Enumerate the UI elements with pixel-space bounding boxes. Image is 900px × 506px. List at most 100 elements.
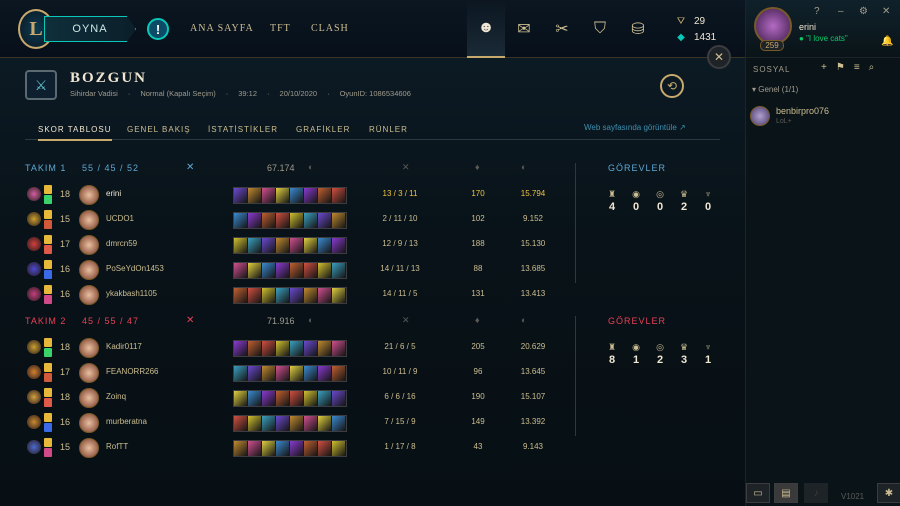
player-row[interactable]: 16 ykakbash1105 14 / 11 / 5 131 13.413 xyxy=(25,283,570,307)
item-slot[interactable] xyxy=(318,366,332,381)
item-slot[interactable] xyxy=(262,288,276,303)
item-slot[interactable] xyxy=(318,188,332,203)
item-slot[interactable] xyxy=(248,341,262,356)
alert-icon[interactable]: ! xyxy=(147,18,169,40)
player-name[interactable]: ykakbash1105 xyxy=(106,289,157,298)
summoner-spell-icon[interactable] xyxy=(44,398,52,407)
collection-icon[interactable]: ✉ xyxy=(505,0,543,58)
champion-icon[interactable] xyxy=(27,212,41,226)
item-slot[interactable] xyxy=(318,416,332,431)
item-slot[interactable] xyxy=(290,391,304,406)
item-slot[interactable] xyxy=(234,263,248,278)
item-slot[interactable] xyxy=(234,441,248,456)
item-slot[interactable] xyxy=(262,391,276,406)
add-friend-icon[interactable]: + xyxy=(821,62,827,73)
friend-group-header[interactable]: ▾ Genel (1/1) xyxy=(752,85,798,94)
profile-header[interactable]: 259 erini ● "I love cats" ? – ⚙ ✕ 🔔 xyxy=(746,0,900,58)
player-row[interactable]: 17 dmrcn59 12 / 9 / 13 188 15.130 xyxy=(25,233,570,257)
item-slot[interactable] xyxy=(276,288,290,303)
item-slot[interactable] xyxy=(234,288,248,303)
item-slot[interactable] xyxy=(276,238,290,253)
summoner-spell-icon[interactable] xyxy=(44,413,52,422)
loot-icon[interactable]: ✂ xyxy=(543,0,581,58)
item-slot[interactable] xyxy=(332,366,346,381)
item-slot[interactable] xyxy=(332,341,346,356)
item-slot[interactable] xyxy=(290,238,304,253)
player-avatar[interactable] xyxy=(79,260,99,280)
item-slot[interactable] xyxy=(318,288,332,303)
item-slot[interactable] xyxy=(248,263,262,278)
clash-icon[interactable]: ⛉ xyxy=(581,0,619,58)
item-slot[interactable] xyxy=(262,263,276,278)
profile-status[interactable]: ● "I love cats" xyxy=(799,34,848,43)
item-slot[interactable] xyxy=(262,441,276,456)
player-name[interactable]: Zoinq xyxy=(106,392,126,401)
item-slot[interactable] xyxy=(248,288,262,303)
item-slot[interactable] xyxy=(318,263,332,278)
player-row[interactable]: 16 murberatna 7 / 15 / 9 149 13.392 xyxy=(25,411,570,435)
item-slot[interactable] xyxy=(290,416,304,431)
summoner-spell-icon[interactable] xyxy=(44,195,52,204)
search-icon[interactable]: ⌕ xyxy=(869,62,875,73)
item-slot[interactable] xyxy=(234,366,248,381)
item-slot[interactable] xyxy=(290,188,304,203)
add-folder-icon[interactable]: ⚑ xyxy=(836,62,845,73)
champion-icon[interactable] xyxy=(27,440,41,454)
summoner-spell-icon[interactable] xyxy=(44,423,52,432)
item-slot[interactable] xyxy=(290,441,304,456)
help-icon[interactable]: ? xyxy=(814,6,820,17)
item-slot[interactable] xyxy=(262,213,276,228)
player-row[interactable]: 18 Zoinq 6 / 6 / 16 190 15.107 xyxy=(25,386,570,410)
item-slot[interactable] xyxy=(262,341,276,356)
player-row[interactable]: 15 UCDO1 2 / 11 / 10 102 9.152 xyxy=(25,208,570,232)
champion-icon[interactable] xyxy=(27,415,41,429)
item-slot[interactable] xyxy=(304,366,318,381)
notes-icon[interactable]: ▤ xyxy=(774,483,798,503)
item-slot[interactable] xyxy=(290,341,304,356)
microphone-icon[interactable]: ♪ xyxy=(804,483,828,503)
summoner-spell-icon[interactable] xyxy=(44,348,52,357)
player-avatar[interactable] xyxy=(79,285,99,305)
player-avatar[interactable] xyxy=(79,338,99,358)
item-slot[interactable] xyxy=(318,441,332,456)
summoner-spell-icon[interactable] xyxy=(44,220,52,229)
summoner-spell-icon[interactable] xyxy=(44,363,52,372)
player-avatar[interactable] xyxy=(79,185,99,205)
tab-runes[interactable]: RÜNLER xyxy=(369,125,408,134)
player-avatar[interactable] xyxy=(79,413,99,433)
settings-icon[interactable]: ⚙ xyxy=(859,6,868,17)
item-slot[interactable] xyxy=(304,416,318,431)
item-slot[interactable] xyxy=(290,288,304,303)
tab-overview[interactable]: GENEL BAKIŞ xyxy=(127,125,191,134)
player-row[interactable]: 18 Kadir0117 21 / 6 / 5 205 20.629 xyxy=(25,336,570,360)
item-slot[interactable] xyxy=(318,238,332,253)
champion-icon[interactable] xyxy=(27,390,41,404)
summoner-spell-icon[interactable] xyxy=(44,448,52,457)
bug-report-icon[interactable]: ✱ xyxy=(877,483,900,503)
item-slot[interactable] xyxy=(304,288,318,303)
item-slot[interactable] xyxy=(248,366,262,381)
item-slot[interactable] xyxy=(318,391,332,406)
item-slot[interactable] xyxy=(276,341,290,356)
item-slot[interactable] xyxy=(234,213,248,228)
item-slot[interactable] xyxy=(248,416,262,431)
summoner-spell-icon[interactable] xyxy=(44,285,52,294)
item-slot[interactable] xyxy=(304,441,318,456)
summoner-spell-icon[interactable] xyxy=(44,388,52,397)
item-slot[interactable] xyxy=(290,366,304,381)
item-slot[interactable] xyxy=(276,416,290,431)
item-slot[interactable] xyxy=(248,441,262,456)
nav-home[interactable]: ANA SAYFA xyxy=(190,23,254,34)
item-slot[interactable] xyxy=(290,213,304,228)
champion-icon[interactable] xyxy=(27,187,41,201)
player-name[interactable]: erini xyxy=(106,189,121,198)
friend-list-item[interactable]: benbirpro076 LoL+ xyxy=(750,104,898,128)
item-slot[interactable] xyxy=(332,188,346,203)
summoner-spell-icon[interactable] xyxy=(44,210,52,219)
player-avatar[interactable] xyxy=(79,210,99,230)
player-row[interactable]: 15 RofTT 1 / 17 / 8 43 9.143 xyxy=(25,436,570,460)
item-slot[interactable] xyxy=(234,188,248,203)
store-icon[interactable]: ⛁ xyxy=(619,0,657,58)
item-slot[interactable] xyxy=(234,238,248,253)
player-avatar[interactable] xyxy=(79,363,99,383)
